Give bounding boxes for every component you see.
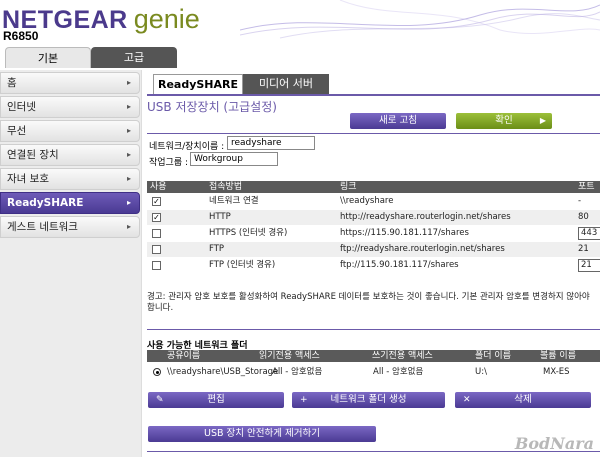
sidebar-item-parental-controls[interactable]: 자녀 보호 ▸ xyxy=(0,168,140,190)
delete-button-label: 삭제 xyxy=(514,394,532,405)
sidebar-item-attached-devices[interactable]: 연결된 장치 ▸ xyxy=(0,144,140,166)
access-table-header: 사용 접속방법 링크 포트 xyxy=(147,181,600,193)
tab-readyshare[interactable]: ReadySHARE xyxy=(153,74,243,94)
close-icon: ✕ xyxy=(463,395,471,405)
chevron-right-icon: ▸ xyxy=(126,150,131,159)
page-title: USB 저장장치 (고급설정) xyxy=(147,100,277,114)
delete-button[interactable]: ✕ 삭제 xyxy=(455,392,591,408)
table-row: FTP ftp://readyshare.routerlogin.net/sha… xyxy=(147,242,600,257)
router-model: R6850 xyxy=(3,29,39,43)
divider xyxy=(147,329,600,330)
enable-checkbox[interactable] xyxy=(152,261,161,270)
chevron-right-icon: ▸ xyxy=(126,198,131,207)
apply-button-label: 확인 xyxy=(495,115,513,126)
table-row: HTTPS (인터넷 경유) https://115.90.181.117/sh… xyxy=(147,226,600,241)
main-content: ReadySHARE 미디어 서버 USB 저장장치 (고급설정) 새로 고침 … xyxy=(147,70,600,457)
genie-text: genie xyxy=(133,4,200,34)
tab-basic[interactable]: 기본 xyxy=(5,47,91,68)
apply-button[interactable]: 확인 ▶ xyxy=(456,113,552,129)
chevron-right-icon: ▸ xyxy=(126,126,131,135)
edit-button-label: 편집 xyxy=(207,394,225,405)
table-row: ✓ HTTP http://readyshare.routerlogin.net… xyxy=(147,210,600,225)
table-row: ✓ 네트워크 연결 \\readyshare - xyxy=(152,196,582,206)
enable-checkbox[interactable]: ✓ xyxy=(152,197,161,206)
pencil-icon: ✎ xyxy=(156,395,164,405)
sidebar-item-home[interactable]: 홈 ▸ xyxy=(0,72,140,94)
safe-remove-usb-button[interactable]: USB 장치 안전하게 제거하기 xyxy=(148,426,376,442)
folders-table-header: 공유이름 읽기전용 액세스 쓰기전용 액세스 폴더 이름 볼륨 이름 xyxy=(147,350,600,362)
sidebar-item-wireless[interactable]: 무선 ▸ xyxy=(0,120,140,142)
watermark: BodNara xyxy=(514,434,594,453)
enable-checkbox[interactable]: ✓ xyxy=(152,213,161,222)
table-row[interactable]: \\readyshare\USB_Storage All - 암호없음 All … xyxy=(147,365,600,380)
refresh-button[interactable]: 새로 고침 xyxy=(350,113,446,129)
sidebar: 홈 ▸ 인터넷 ▸ 무선 ▸ 연결된 장치 ▸ 자녀 보호 ▸ ReadySHARE ▸ 게… xyxy=(0,70,142,457)
security-warning: 경고: 관리자 암호 보호를 활성화하여 ReadySHARE 데이터를 보호하… xyxy=(147,292,590,313)
ftp-port-input[interactable]: 21 xyxy=(578,259,600,272)
enable-checkbox[interactable] xyxy=(152,229,161,238)
sidebar-item-internet[interactable]: 인터넷 ▸ xyxy=(0,96,140,118)
table-row: FTP (인터넷 경유) ftp://115.90.181.117/shares… xyxy=(147,258,600,273)
enable-checkbox[interactable] xyxy=(152,245,161,254)
plus-icon: + xyxy=(300,395,308,405)
https-port-input[interactable]: 443 xyxy=(578,227,600,240)
workgroup-label: 작업그룹 : xyxy=(149,158,189,168)
arrow-right-icon: ▶ xyxy=(539,116,546,125)
edit-button[interactable]: ✎ 편집 xyxy=(148,392,284,408)
tab-divider xyxy=(147,94,600,96)
device-name-label: 네트워크/장치이름 : xyxy=(149,142,225,152)
chevron-right-icon: ▸ xyxy=(126,174,131,183)
chevron-right-icon: ▸ xyxy=(126,222,131,231)
tab-advanced[interactable]: 고급 xyxy=(91,47,177,68)
sidebar-item-readyshare[interactable]: ReadySHARE ▸ xyxy=(0,192,140,214)
divider xyxy=(147,133,600,134)
chevron-right-icon: ▸ xyxy=(126,78,131,87)
sidebar-item-guest-network[interactable]: 게스트 네트워크 ▸ xyxy=(0,216,140,238)
device-name-input[interactable]: readyshare xyxy=(227,136,315,150)
chevron-right-icon: ▸ xyxy=(126,102,131,111)
tab-media-server[interactable]: 미디어 서버 xyxy=(243,74,329,94)
create-folder-button-label: 네트워크 폴더 생성 xyxy=(330,394,407,405)
decorative-swirl-icon xyxy=(240,0,600,39)
workgroup-input[interactable]: Workgroup xyxy=(190,152,278,166)
create-folder-button[interactable]: + 네트워크 폴더 생성 xyxy=(292,392,445,408)
folder-select-radio[interactable] xyxy=(153,368,161,376)
